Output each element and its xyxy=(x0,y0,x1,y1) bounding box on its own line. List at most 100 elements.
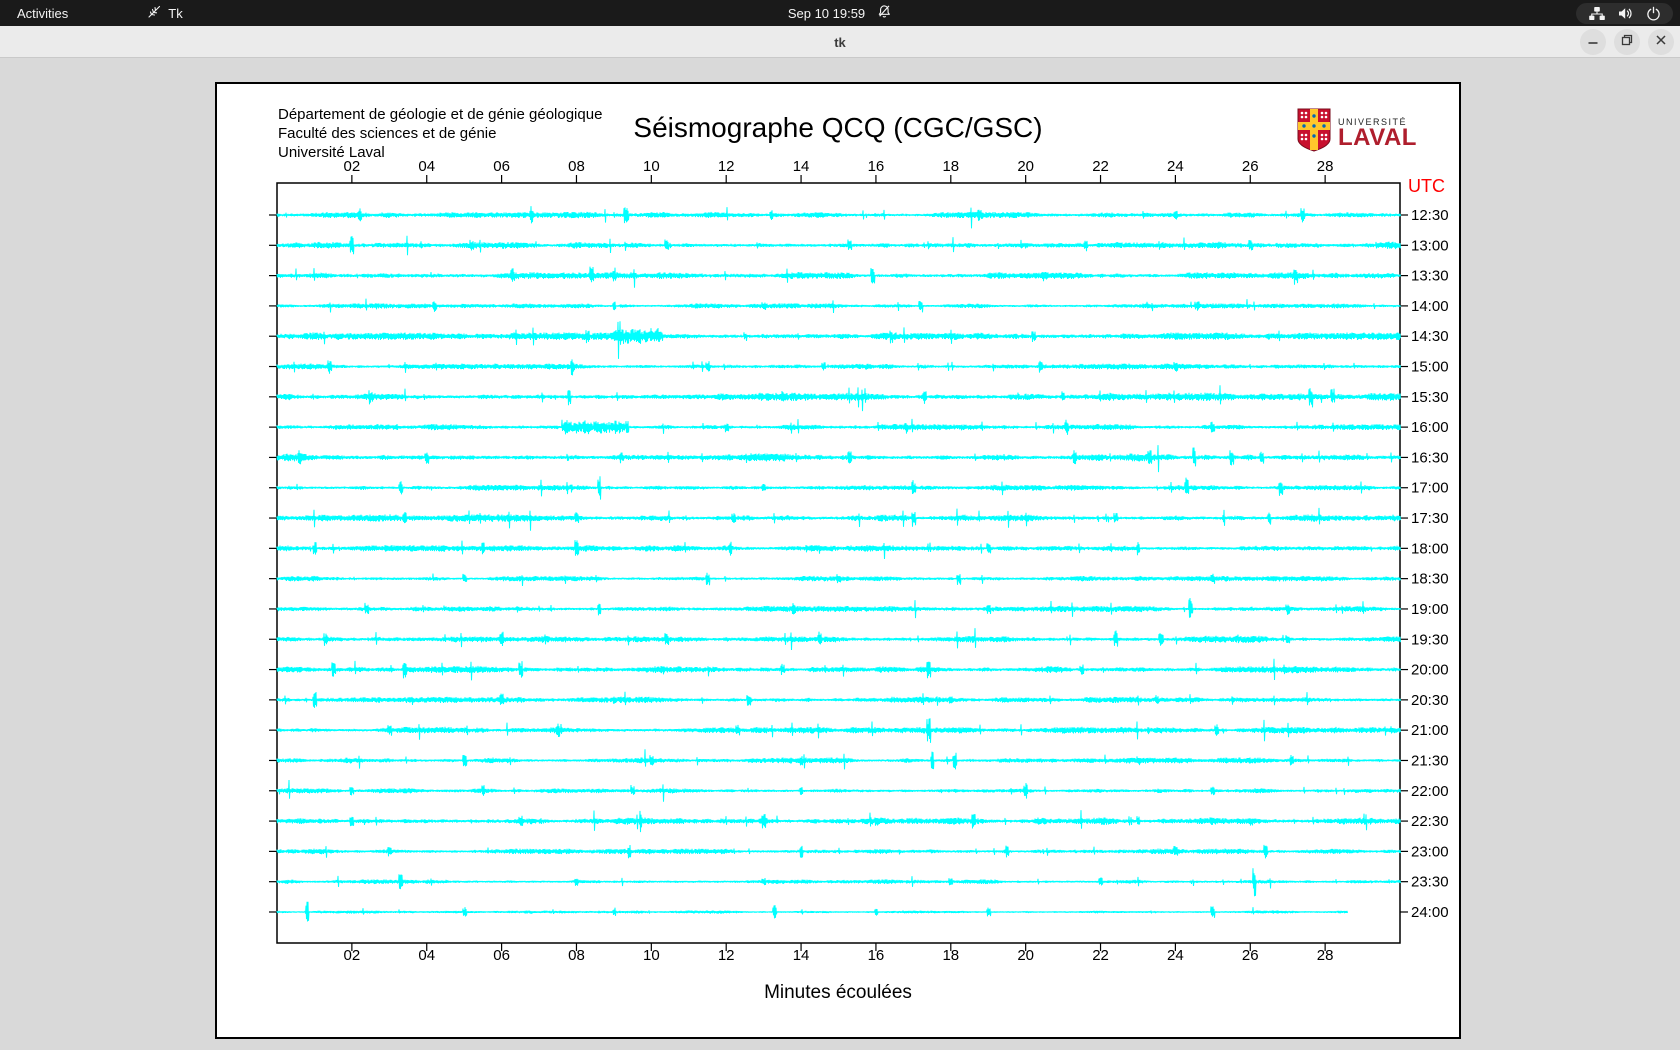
window-title-bar[interactable]: tk xyxy=(0,26,1680,58)
seismogram-trace-20-30 xyxy=(276,691,1401,708)
seismogram-plot: 02 02 04 04 06 06 08 08 10 10 12 12 14 14 16 16 18 18 20 20… xyxy=(269,158,1449,964)
clock-label: Sep 10 19:59 xyxy=(787,5,866,21)
close-icon xyxy=(1655,33,1667,51)
time-label: 23:00 xyxy=(1411,843,1449,860)
x-tick-label-bottom: 02 xyxy=(344,947,361,964)
seismogram-trace-20-00 xyxy=(276,658,1401,681)
window-title: tk xyxy=(834,34,846,50)
seismogram-trace-13-00 xyxy=(276,235,1401,256)
x-tick-label-bottom: 18 xyxy=(942,947,959,964)
x-tick-label-top: 18 xyxy=(942,158,959,175)
time-label: 17:00 xyxy=(1411,480,1449,497)
seismogram-trace-16-30 xyxy=(276,445,1401,473)
time-label: 18:30 xyxy=(1411,571,1449,588)
x-tick-label-bottom: 06 xyxy=(493,947,510,964)
time-label: 22:00 xyxy=(1411,783,1449,800)
x-tick-label-bottom: 04 xyxy=(418,947,435,964)
x-tick-label-top: 26 xyxy=(1242,158,1259,175)
time-label: 22:30 xyxy=(1411,813,1449,830)
app-menu-label: Tk xyxy=(168,5,183,21)
time-label: 14:00 xyxy=(1411,298,1449,315)
seismogram-trace-19-30 xyxy=(276,628,1401,651)
x-tick-label-bottom: 10 xyxy=(643,947,660,964)
activities-button[interactable]: Activities xyxy=(0,0,80,26)
notifications-disabled-icon xyxy=(877,4,892,22)
x-tick-label-top: 04 xyxy=(418,158,435,175)
x-tick-label-top: 22 xyxy=(1092,158,1109,175)
seismogram-trace-18-30 xyxy=(276,572,1401,587)
time-label: 19:30 xyxy=(1411,631,1449,648)
utc-label: UTC xyxy=(1408,176,1445,196)
x-tick-label-top: 02 xyxy=(344,158,361,175)
app-menu[interactable]: Tk xyxy=(135,0,194,26)
time-label: 21:30 xyxy=(1411,752,1449,769)
x-tick-label-top: 24 xyxy=(1167,158,1184,175)
x-tick-label-top: 28 xyxy=(1317,158,1334,175)
minimize-button[interactable] xyxy=(1580,29,1606,55)
restore-icon xyxy=(1621,33,1633,51)
x-tick-label-bottom: 16 xyxy=(868,947,885,964)
seismogram-trace-21-00 xyxy=(276,718,1401,743)
time-label: 20:30 xyxy=(1411,692,1449,709)
x-tick-label-top: 06 xyxy=(493,158,510,175)
seismogram-trace-16-00 xyxy=(276,418,1401,435)
seismogram-trace-14-30 xyxy=(276,321,1401,359)
volume-icon xyxy=(1617,6,1633,21)
time-label: 12:30 xyxy=(1411,207,1449,224)
system-status-area[interactable] xyxy=(1576,3,1673,24)
seismogram-trace-15-00 xyxy=(276,359,1401,376)
time-label: 15:30 xyxy=(1411,389,1449,406)
seismogram-trace-13-30 xyxy=(276,266,1401,288)
time-label: 20:00 xyxy=(1411,662,1449,679)
seismogram-trace-24-00 xyxy=(276,901,1348,922)
x-tick-label-bottom: 08 xyxy=(568,947,585,964)
time-label: 16:30 xyxy=(1411,449,1449,466)
x-tick-label-top: 16 xyxy=(868,158,885,175)
seismogram-trace-23-00 xyxy=(276,844,1401,859)
power-icon xyxy=(1646,6,1661,21)
clock-menu[interactable]: Sep 10 19:59 xyxy=(788,0,892,26)
seismogram-trace-23-30 xyxy=(276,868,1401,897)
x-tick-label-top: 20 xyxy=(1017,158,1034,175)
seismogram-trace-22-00 xyxy=(276,779,1401,802)
x-tick-label-bottom: 20 xyxy=(1017,947,1034,964)
time-label: 18:00 xyxy=(1411,540,1449,557)
x-tick-label-top: 12 xyxy=(718,158,735,175)
x-tick-label-top: 08 xyxy=(568,158,585,175)
x-tick-label-bottom: 24 xyxy=(1167,947,1184,964)
x-tick-label-bottom: 14 xyxy=(793,947,810,964)
seismogram-trace-15-30 xyxy=(276,385,1401,412)
seismogram-trace-14-00 xyxy=(276,298,1401,314)
x-tick-label-top: 14 xyxy=(793,158,810,175)
seismogram-trace-12-30 xyxy=(276,206,1401,229)
time-label: 14:30 xyxy=(1411,328,1449,345)
x-tick-label-top: 10 xyxy=(643,158,660,175)
time-label: 19:00 xyxy=(1411,601,1449,618)
time-label: 13:00 xyxy=(1411,237,1449,254)
restore-button[interactable] xyxy=(1614,29,1640,55)
x-tick-label-bottom: 26 xyxy=(1242,947,1259,964)
tk-feather-icon xyxy=(147,5,161,22)
x-axis-title: Minutes écoulées xyxy=(764,982,912,1003)
seismogram-trace-21-30 xyxy=(276,749,1401,770)
plot-box xyxy=(276,182,1401,944)
time-label: 23:30 xyxy=(1411,874,1449,891)
time-label: 17:30 xyxy=(1411,510,1449,527)
time-label: 16:00 xyxy=(1411,419,1449,436)
time-label: 13:30 xyxy=(1411,268,1449,285)
gnome-top-bar: Activities Tk Sep 10 19:59 xyxy=(0,0,1680,26)
time-label: 24:00 xyxy=(1411,904,1449,921)
seismogram-trace-17-30 xyxy=(276,507,1401,531)
seismogram-trace-19-00 xyxy=(276,597,1401,619)
x-tick-label-bottom: 12 xyxy=(718,947,735,964)
seismograph-canvas: Département de géologie et de génie géol… xyxy=(215,82,1461,1039)
network-wired-icon xyxy=(1588,6,1605,21)
seismogram-trace-18-00 xyxy=(276,540,1401,560)
close-button[interactable] xyxy=(1648,29,1674,55)
minimize-icon xyxy=(1587,33,1599,51)
time-label: 15:00 xyxy=(1411,359,1449,376)
x-tick-label-bottom: 22 xyxy=(1092,947,1109,964)
x-tick-label-bottom: 28 xyxy=(1317,947,1334,964)
tk-window-body: Département de géologie et de génie géol… xyxy=(0,59,1680,1050)
seismogram-trace-22-30 xyxy=(276,810,1401,833)
